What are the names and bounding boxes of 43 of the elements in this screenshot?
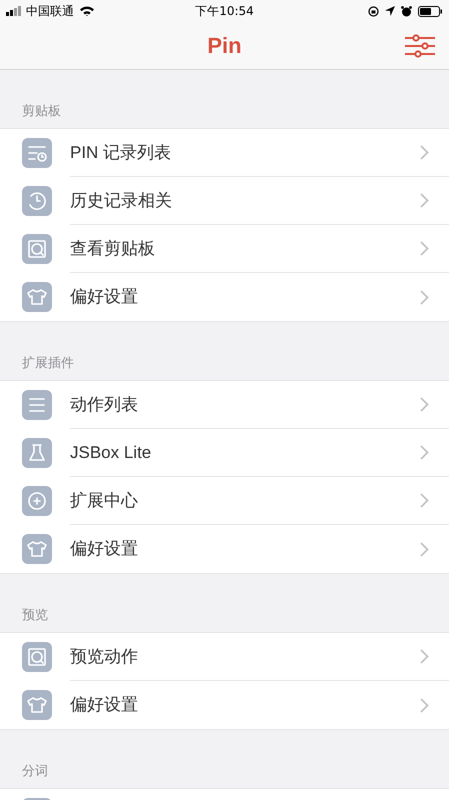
rotation-lock-icon	[368, 6, 379, 16]
clock-time: 下午10:54	[195, 3, 254, 20]
menu-item-label[interactable]: PIN 记录列表	[70, 140, 172, 166]
app-title: Pin	[207, 32, 242, 60]
menu-item-label[interactable]: 查看剪贴板	[70, 236, 155, 262]
menu-item-label[interactable]: 偏好设置	[70, 692, 138, 718]
menu-item-label[interactable]: 历史记录相关	[70, 188, 172, 214]
chevron-icon	[420, 193, 429, 208]
section-header: 扩展插件	[22, 354, 74, 372]
settings-sliders-icon[interactable]	[405, 34, 435, 58]
shirt-icon	[22, 282, 52, 312]
magnifier-frame-icon	[22, 234, 52, 264]
menu-item-label[interactable]: 预览动作	[70, 644, 138, 670]
chevron-icon	[420, 397, 429, 412]
menu-item-label[interactable]: 动作列表	[70, 392, 138, 418]
menu-item-label[interactable]: 扩展中心	[70, 488, 138, 514]
signal-icon	[6, 6, 24, 16]
chevron-icon	[420, 241, 429, 256]
shirt-icon	[22, 534, 52, 564]
section-header: 分词	[22, 762, 48, 780]
menu-item-label[interactable]: 偏好设置	[70, 536, 138, 562]
chevron-icon	[420, 290, 429, 304]
menu-item-label[interactable]: JSBox Lite	[70, 440, 152, 466]
flask-icon	[22, 438, 52, 468]
chevron-icon	[420, 145, 429, 160]
list-clock-icon	[22, 138, 52, 168]
chevron-icon	[420, 698, 429, 712]
chevron-icon	[420, 445, 429, 460]
wifi-icon	[80, 6, 94, 16]
battery-icon	[418, 6, 443, 16]
alarm-icon	[401, 6, 412, 16]
chevron-icon	[420, 493, 429, 508]
section-header: 预览	[22, 606, 48, 624]
menu-item-label[interactable]: 偏好设置	[70, 284, 138, 310]
list-icon	[22, 390, 52, 420]
chevron-icon	[420, 542, 429, 556]
section-header: 剪贴板	[22, 102, 61, 120]
chevron-icon	[420, 649, 429, 664]
location-icon	[385, 6, 395, 16]
history-icon	[22, 186, 52, 216]
carrier-name: 中国联通	[26, 3, 74, 20]
magnifier-frame-icon	[22, 642, 52, 672]
shirt-icon	[22, 690, 52, 720]
